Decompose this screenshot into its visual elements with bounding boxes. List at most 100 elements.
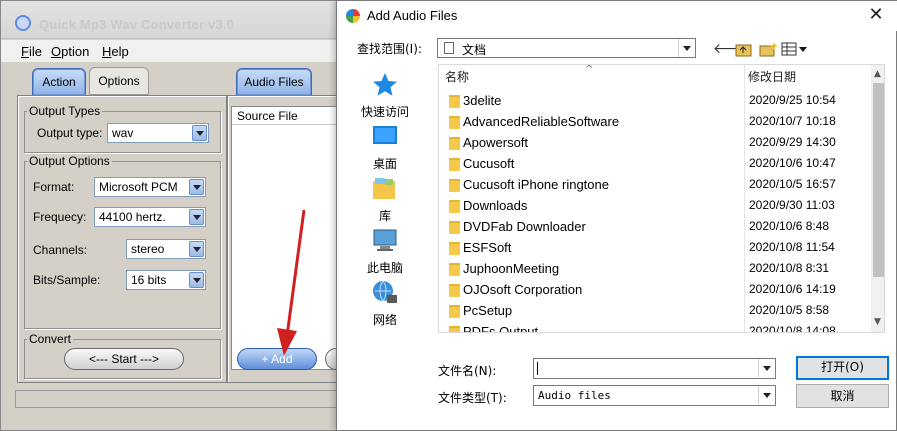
filename-label: 文件名(N): bbox=[438, 364, 497, 378]
annotation-arrow bbox=[277, 209, 306, 356]
file-name: JuphoonMeeting bbox=[463, 261, 560, 276]
place-quick-access[interactable]: 快速访问 bbox=[337, 67, 433, 125]
file-name: Cucusoft bbox=[463, 156, 515, 171]
start-button[interactable]: <--- Start ---> bbox=[64, 348, 184, 370]
channels-value: stereo bbox=[131, 242, 165, 256]
menu-help[interactable]: Help bbox=[102, 44, 129, 59]
look-in-select[interactable]: 文档 bbox=[437, 38, 696, 58]
file-name: Apowersoft bbox=[463, 135, 529, 150]
file-row[interactable]: PcSetup 2020/10/5 8:58 bbox=[439, 301, 869, 322]
place-library[interactable]: 库 bbox=[337, 171, 433, 229]
source-file-header[interactable]: Source File bbox=[232, 107, 344, 125]
folder-icon bbox=[449, 263, 460, 276]
document-icon bbox=[444, 42, 454, 54]
file-row[interactable]: JuphoonMeeting 2020/10/8 8:31 bbox=[439, 259, 869, 280]
place-desktop[interactable]: 桌面 bbox=[337, 119, 433, 177]
output-type-label: Output type: bbox=[37, 126, 103, 140]
frequency-select[interactable]: 44100 hertz. bbox=[94, 207, 206, 227]
folder-icon bbox=[449, 179, 460, 192]
add-audio-files-dialog: Add Audio Files ✕ 查找范围(I): 文档 🡐 快速访问 桌面 … bbox=[336, 0, 897, 431]
chevron-down-icon[interactable] bbox=[678, 39, 695, 57]
dialog-app-icon bbox=[346, 9, 360, 23]
close-icon[interactable]: ✕ bbox=[862, 5, 890, 25]
converter-window: Quick Mp3 Wav Converter v3.0 File Option… bbox=[0, 0, 345, 431]
file-name: Downloads bbox=[463, 198, 528, 213]
menu-file-accel: F bbox=[21, 44, 29, 59]
menu-help-accel: H bbox=[102, 44, 112, 59]
desktop-icon bbox=[373, 126, 397, 144]
output-type-select[interactable]: wav bbox=[107, 123, 209, 143]
tab-options[interactable]: Options bbox=[89, 67, 149, 95]
convert-title: Convert bbox=[27, 332, 74, 346]
file-row[interactable]: 3delite 2020/9/25 10:54 bbox=[439, 91, 869, 112]
tab-audio-files[interactable]: Audio Files bbox=[236, 68, 312, 96]
folder-icon bbox=[449, 116, 460, 129]
file-row[interactable]: Cucusoft 2020/10/6 10:47 bbox=[439, 154, 869, 175]
bits-label: Bits/Sample: bbox=[33, 273, 101, 287]
tab-action[interactable]: Action bbox=[32, 68, 86, 96]
open-button[interactable]: 打开(O) bbox=[796, 356, 889, 380]
file-row[interactable]: Downloads 2020/9/30 11:03 bbox=[439, 196, 869, 217]
vertical-scrollbar[interactable]: ▲ ▼ bbox=[871, 65, 884, 332]
chevron-down-icon[interactable] bbox=[758, 386, 775, 404]
file-row[interactable]: Apowersoft 2020/9/29 14:30 bbox=[439, 133, 869, 154]
quick-access-star-icon bbox=[373, 73, 397, 96]
dialog-title: Add Audio Files bbox=[367, 8, 458, 23]
chevron-down-icon[interactable] bbox=[758, 359, 775, 377]
file-date: 2020/10/5 16:57 bbox=[749, 177, 836, 191]
menu-option-accel: O bbox=[51, 44, 62, 59]
file-name: DVDFab Downloader bbox=[463, 219, 586, 234]
file-name: ESFSoft bbox=[463, 240, 512, 255]
file-list: 名称 修改日期 ^ 3delite 2020/9/25 10:54 Advanced… bbox=[438, 64, 885, 333]
back-arrow-icon[interactable]: 🡐 bbox=[713, 41, 751, 57]
place-label: 此电脑 bbox=[366, 261, 403, 275]
column-header-date[interactable]: 修改日期 bbox=[748, 65, 868, 89]
file-row[interactable]: Cucusoft iPhone ringtone 2020/10/5 16:57 bbox=[439, 175, 869, 196]
chevron-down-icon[interactable] bbox=[189, 179, 204, 195]
format-value: Microsoft PCM bbox=[99, 180, 178, 194]
file-date: 2020/10/6 10:47 bbox=[749, 156, 836, 170]
file-row[interactable]: PDFs Output 2020/10/8 14:08 bbox=[439, 322, 869, 332]
channels-select[interactable]: stereo bbox=[126, 239, 206, 259]
menu-option[interactable]: Option bbox=[51, 44, 89, 59]
place-label: 快速访问 bbox=[360, 105, 409, 119]
chevron-down-icon[interactable] bbox=[189, 241, 204, 257]
file-row[interactable]: AdvancedReliableSoftware 2020/10/7 10:18 bbox=[439, 112, 869, 133]
bits-value: 16 bits bbox=[131, 273, 167, 287]
status-bar bbox=[15, 390, 344, 408]
menu-file[interactable]: File bbox=[21, 44, 42, 59]
chevron-down-icon[interactable] bbox=[192, 125, 207, 141]
file-name: AdvancedReliableSoftware bbox=[463, 114, 620, 129]
filename-input[interactable] bbox=[533, 358, 776, 379]
view-menu-icon[interactable] bbox=[781, 41, 809, 57]
folder-icon bbox=[449, 200, 460, 213]
file-row[interactable]: DVDFab Downloader 2020/10/6 8:48 bbox=[439, 217, 869, 238]
up-folder-icon[interactable] bbox=[735, 41, 753, 57]
file-date: 2020/10/7 10:18 bbox=[749, 114, 836, 128]
sort-chevron-icon: ^ bbox=[585, 64, 594, 75]
file-name: Cucusoft iPhone ringtone bbox=[463, 177, 609, 192]
place-this-pc[interactable]: 此电脑 bbox=[337, 223, 433, 281]
converter-title-bar[interactable]: Quick Mp3 Wav Converter v3.0 bbox=[1, 1, 344, 39]
file-date: 2020/10/6 8:48 bbox=[749, 219, 830, 233]
filetype-select[interactable]: Audio files bbox=[533, 385, 776, 406]
format-label: Format: bbox=[33, 180, 75, 194]
menu-bar: File Option Help bbox=[1, 40, 344, 62]
look-in-value: 文档 bbox=[462, 43, 487, 57]
format-select[interactable]: Microsoft PCM bbox=[94, 177, 206, 197]
scroll-thumb[interactable] bbox=[873, 83, 884, 277]
look-in-label: 查找范围(I): bbox=[357, 42, 422, 56]
cancel-button[interactable]: 取消 bbox=[796, 384, 889, 408]
file-row[interactable]: ESFSoft 2020/10/8 11:54 bbox=[439, 238, 869, 259]
file-row[interactable]: OJOsoft Corporation 2020/10/6 14:19 bbox=[439, 280, 869, 301]
scroll-up-icon[interactable]: ▲ bbox=[874, 69, 881, 79]
place-network[interactable]: 网络 bbox=[337, 275, 433, 333]
scroll-down-icon[interactable]: ▼ bbox=[874, 317, 881, 327]
app-icon bbox=[15, 15, 31, 31]
chevron-down-icon[interactable] bbox=[189, 209, 204, 225]
chevron-down-icon[interactable] bbox=[189, 272, 204, 288]
bits-select[interactable]: 16 bits bbox=[126, 270, 206, 290]
dialog-title-bar[interactable]: Add Audio Files ✕ bbox=[337, 1, 897, 31]
new-folder-icon[interactable] bbox=[759, 41, 778, 57]
network-icon bbox=[373, 280, 397, 303]
